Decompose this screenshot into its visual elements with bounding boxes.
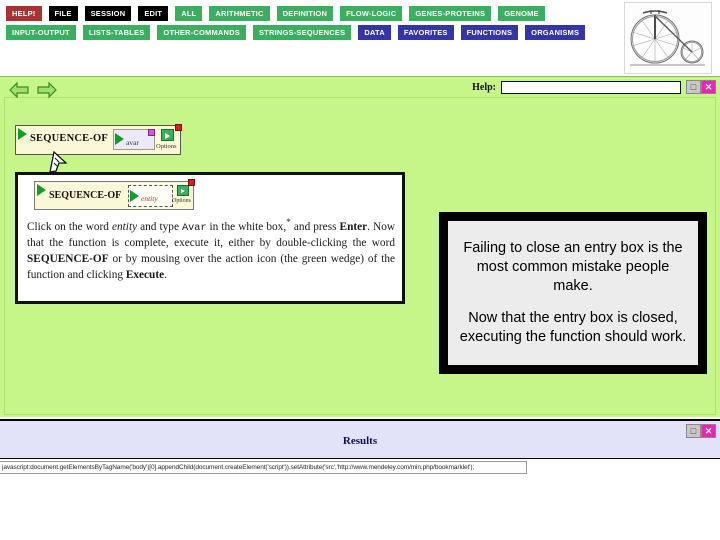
penny-farthing-bicycle-logo [624,2,712,74]
instruction-segment: and press [290,220,340,233]
figure-entry-wedge-icon [130,190,139,202]
help-input[interactable] [501,80,681,94]
menu-button-data[interactable]: DATA [358,25,391,40]
forward-arrow-icon[interactable] [36,81,58,99]
navigation-arrows [8,81,58,99]
instruction-segment: Enter [339,220,368,233]
menu-button-session[interactable]: SESSION [84,6,132,21]
menu-button-flow-logic[interactable]: FLOW-LOGIC [340,6,403,21]
callout-paragraph-2: Now that the entry box is closed, execut… [459,310,687,345]
callout-paragraph-1: Failing to close an entry box is the mos… [463,240,683,294]
instruction-segment: Click on the word [27,220,112,233]
bottom-filler [0,475,720,540]
sequence-of-function-widget[interactable]: SEQUENCE-OF avar Options [15,124,182,155]
instruction-segment: in the white box, [206,220,287,233]
options-icon[interactable] [161,129,174,141]
menu-button-functions[interactable]: FUNCTIONS [460,25,519,40]
function-name-label[interactable]: SEQUENCE-OF [30,133,108,144]
menu-button-strings-sequences[interactable]: STRINGS-SEQUENCES [252,25,352,40]
canvas-close-button[interactable]: ✕ [701,80,716,94]
mouse-cursor-icon [49,150,68,173]
instruction-segment: and type [137,220,183,233]
menu-row-secondary: INPUT-OUTPUT LISTS-TABLES OTHER-COMMANDS ST… [6,25,592,40]
menu-button-definition[interactable]: DEFINITION [276,6,334,21]
menu-button-favorites[interactable]: FAVORITES [397,25,454,40]
menu-button-all[interactable]: ALL [175,6,203,21]
menu-row-primary: HELP! FILE SESSION EDIT ALL ARITHMETIC DEFINIT… [6,6,552,21]
menu-button-other-commands[interactable]: OTHER-COMMANDS [157,25,246,40]
entry-close-badge[interactable] [148,129,155,136]
figure-entry-box: entity [128,185,173,207]
help-bar: Help: □ ✕ [472,80,716,94]
figure-function-name: SEQUENCE-OF [49,190,122,201]
entry-value: avar [126,138,139,147]
entry-wedge-icon[interactable] [115,133,124,145]
instruction-segment: . [164,268,167,281]
menu-button-file[interactable]: FILE [48,6,78,21]
figure-close-badge [188,179,195,186]
menu-bar: HELP! FILE SESSION EDIT ALL ARITHMETIC DEFINIT… [0,0,720,48]
options-label[interactable]: Options [156,143,177,150]
figure-function-widget: SEQUENCE-OF entity Options [34,179,195,210]
canvas-inner-area[interactable]: SEQUENCE-OF avar Options SEQUENCE-OF ent… [4,97,716,415]
menu-button-genes-proteins[interactable]: GENES-PROTEINS [409,6,492,21]
figure-options-icon [177,185,189,196]
results-panel: Results □ ✕ [0,419,720,459]
instruction-segment: Avar [182,222,207,234]
results-minimize-button[interactable]: □ [686,424,701,438]
function-close-badge[interactable] [175,124,182,131]
instruction-segment: entity [112,220,138,233]
callout-box: Failing to close an entry box is the mos… [439,212,707,374]
instruction-segment: Execute [125,268,165,281]
instruction-figure-panel: SEQUENCE-OF entity Options Click on the … [15,172,405,304]
results-title: Results [342,435,378,447]
results-window-controls: □ ✕ [686,424,716,438]
status-bar-text: javascript:document.getElementsByTagName… [2,464,475,471]
menu-button-lists-tables[interactable]: LISTS-TABLES [82,25,151,40]
menu-button-edit[interactable]: EDIT [138,6,169,21]
canvas-minimize-button[interactable]: □ [686,80,701,94]
back-arrow-icon[interactable] [8,81,30,99]
instruction-segment: SEQUENCE-OF [27,252,109,265]
figure-action-wedge-icon [37,184,46,196]
menu-button-help[interactable]: HELP! [6,6,42,21]
action-wedge-icon[interactable] [18,128,27,140]
help-label: Help: [472,81,496,93]
menu-button-genome[interactable]: GENOME [498,6,545,21]
callout-inner: Failing to close an entry box is the mos… [448,221,698,365]
menu-button-organisms[interactable]: ORGANISMS [525,25,586,40]
results-close-button[interactable]: ✕ [701,424,716,438]
workspace-canvas[interactable]: Help: □ ✕ SEQUENCE-OF avar Options SEQUE… [0,76,720,417]
figure-entry-value: entity [141,194,158,203]
entry-box[interactable]: avar [113,129,155,150]
status-bar: javascript:document.getElementsByTagName… [0,461,527,474]
figure-options-label: Options [172,198,192,204]
menu-button-input-output[interactable]: INPUT-OUTPUT [6,25,76,40]
menu-button-arithmetic[interactable]: ARITHMETIC [209,6,270,21]
instruction-text: Click on the word entity and type Avar i… [27,216,395,283]
canvas-window-controls: □ ✕ [686,80,716,94]
bicycle-icon [630,10,705,66]
